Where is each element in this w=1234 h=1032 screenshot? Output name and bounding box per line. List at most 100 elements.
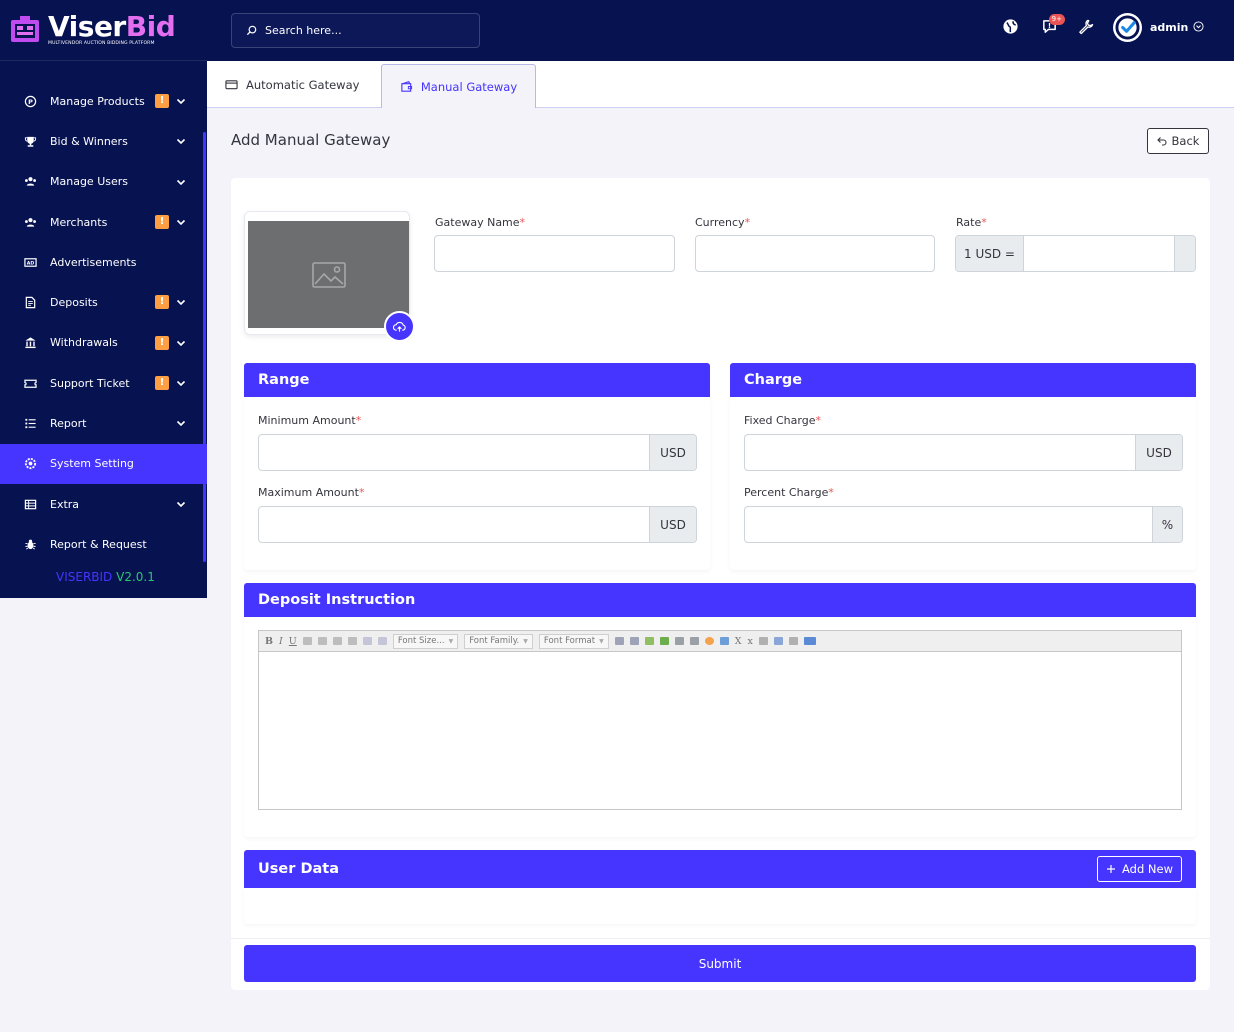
font-format-select[interactable]: Font Format ▼	[538, 633, 609, 649]
image-insert-icon[interactable]	[659, 637, 669, 645]
sidebar-item-extra[interactable]: Extra	[0, 484, 207, 524]
search-input[interactable]	[265, 24, 455, 37]
link-icon[interactable]	[674, 637, 684, 645]
warning-badge: !	[155, 94, 169, 108]
strikethrough-icon[interactable]	[758, 637, 768, 645]
add-new-button[interactable]: Add New	[1097, 856, 1182, 882]
gateway-name-input[interactable]	[435, 236, 674, 271]
sidebar-scrollbar[interactable]	[203, 132, 206, 562]
table-icon[interactable]	[719, 637, 729, 645]
submit-button[interactable]: Submit	[244, 945, 1196, 982]
search-box[interactable]	[231, 13, 480, 48]
bold-button[interactable]: B	[265, 636, 273, 647]
version-name: VISERBID	[56, 570, 113, 584]
sidebar-item-report-request[interactable]: Report & Request	[0, 524, 207, 564]
tab-manual-gateway[interactable]: Manual Gateway	[381, 64, 536, 108]
tab-automatic-gateway[interactable]: Automatic Gateway	[225, 61, 359, 108]
version-label: VISERBID V2.0.1	[56, 570, 155, 584]
maximum-amount-label: Maximum Amount*	[258, 486, 365, 499]
font-family-select[interactable]: Font Family. ▼	[464, 633, 533, 649]
unlink-icon[interactable]	[689, 637, 699, 645]
maximum-amount-input[interactable]	[259, 507, 649, 542]
tab-label: Manual Gateway	[420, 79, 518, 94]
avatar[interactable]	[1113, 13, 1142, 42]
sidebar-item-merchants[interactable]: Merchants !	[0, 202, 207, 242]
sidebar-item-label: Bid & Winners	[50, 134, 128, 148]
currency-label: Currency*	[695, 216, 751, 229]
underline-button[interactable]: U	[289, 636, 297, 647]
indent-icon[interactable]	[614, 637, 624, 645]
font-size-select[interactable]: Font Size... ▼	[392, 633, 459, 649]
image-icon	[311, 261, 346, 288]
sidebar-item-bid-winners[interactable]: Bid & Winners	[0, 121, 207, 161]
sidebar-item-label: System Setting	[50, 457, 134, 471]
brand-logo-icon	[11, 16, 39, 42]
ad-icon: AD	[23, 255, 37, 269]
product-icon: P	[23, 94, 37, 108]
sidebar-item-deposits[interactable]: Deposits !	[0, 282, 207, 322]
fixed-charge-field[interactable]: USD	[744, 434, 1183, 471]
outdent-icon[interactable]	[629, 637, 639, 645]
range-panel-header: Range	[244, 363, 710, 397]
sidebar-item-label: Withdrawals	[50, 336, 118, 350]
unordered-list-icon[interactable]	[377, 637, 387, 645]
search-icon	[246, 25, 257, 36]
charge-panel-header: Charge	[730, 363, 1196, 397]
upload-image-button[interactable]	[384, 311, 415, 342]
editor-toolbar: B I U Font Size... ▼ Font Family. ▼ Font F…	[259, 631, 1181, 652]
html-source-icon[interactable]	[803, 637, 816, 645]
deposit-instruction-header: Deposit Instruction	[244, 583, 1196, 617]
spellcheck-icon[interactable]	[644, 637, 654, 645]
gear-icon	[23, 457, 37, 471]
back-button[interactable]: Back	[1147, 128, 1209, 154]
align-center-icon[interactable]	[317, 637, 327, 645]
notification-badge: 9+	[1048, 14, 1065, 25]
sidebar-item-manage-products[interactable]: P Manage Products !	[0, 81, 207, 121]
gateway-name-field[interactable]	[434, 235, 675, 272]
admin-name[interactable]: admin	[1150, 21, 1188, 34]
sidebar-item-manage-users[interactable]: Manage Users	[0, 162, 207, 202]
percent-charge-input[interactable]	[745, 507, 1152, 542]
italic-button[interactable]: I	[279, 636, 283, 647]
ordered-list-icon[interactable]	[362, 637, 372, 645]
minimum-amount-input[interactable]	[259, 435, 649, 470]
rate-input[interactable]	[1024, 236, 1174, 271]
wrench-icon[interactable]	[1076, 17, 1094, 35]
avatar-check-icon	[1115, 15, 1140, 40]
align-left-icon[interactable]	[302, 637, 312, 645]
gateway-tabs: Automatic Gateway Manual Gateway	[207, 61, 1234, 108]
chevron-down-icon	[176, 381, 186, 387]
percent-charge-field[interactable]: %	[744, 506, 1183, 543]
brand[interactable]: ViserBid MULTIVENDOR AUCTION BIDDING PLA…	[0, 0, 207, 61]
color-icon[interactable]	[704, 637, 714, 645]
fixed-charge-input[interactable]	[745, 435, 1135, 470]
maximum-amount-addon: USD	[649, 507, 696, 542]
currency-input[interactable]	[696, 236, 934, 271]
percent-charge-label: Percent Charge*	[744, 486, 834, 499]
minimum-amount-field[interactable]: USD	[258, 434, 697, 471]
horizontal-rule-icon[interactable]	[788, 637, 798, 645]
deposit-instruction-editor[interactable]	[259, 652, 1181, 810]
subscript-button[interactable]: X	[735, 636, 742, 647]
superscript-button[interactable]: x	[747, 636, 752, 647]
globe-icon[interactable]	[1001, 17, 1019, 35]
sidebar-item-support-ticket[interactable]: Support Ticket !	[0, 363, 207, 403]
brand-name-accent: Bid	[125, 10, 176, 44]
dropdown-arrow-icon: ▼	[599, 637, 604, 645]
chevron-down-circle-icon[interactable]	[1193, 21, 1204, 32]
rate-label: Rate*	[956, 216, 987, 229]
notification-icon[interactable]: ! 9+	[1040, 14, 1065, 35]
paste-icon[interactable]	[773, 637, 783, 645]
align-justify-icon[interactable]	[347, 637, 357, 645]
rate-field[interactable]: 1 USD =	[955, 235, 1196, 272]
sidebar-item-advertisements[interactable]: AD Advertisements	[0, 242, 207, 282]
currency-field[interactable]	[695, 235, 935, 272]
sidebar-item-label: Deposits	[50, 296, 98, 310]
sidebar-item-report[interactable]: Report	[0, 403, 207, 443]
maximum-amount-field[interactable]: USD	[258, 506, 697, 543]
align-right-icon[interactable]	[332, 637, 342, 645]
brand-tagline: MULTIVENDOR AUCTION BIDDING PLATFORM	[48, 41, 155, 47]
sidebar-item-withdrawals[interactable]: Withdrawals !	[0, 323, 207, 363]
sidebar-item-label: Manage Products	[50, 94, 145, 108]
sidebar-item-system-setting[interactable]: System Setting	[0, 443, 207, 484]
